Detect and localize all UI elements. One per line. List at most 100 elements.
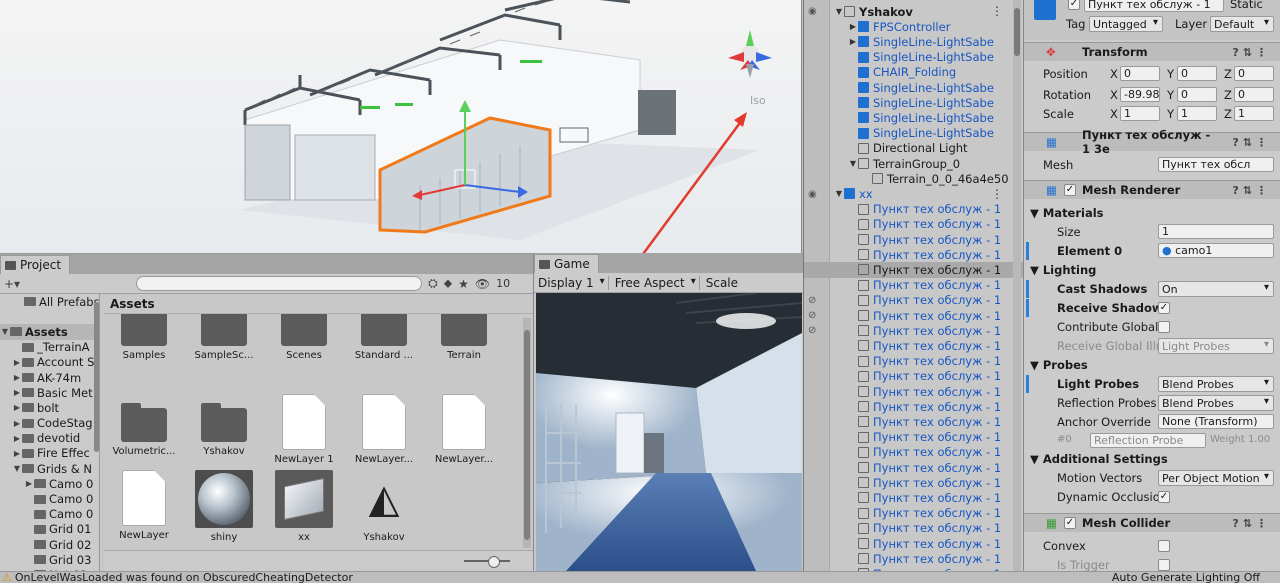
asset-item[interactable]: Samples <box>104 314 184 361</box>
foldout-arrow-icon[interactable]: ▶ <box>848 22 858 31</box>
tree-item[interactable] <box>0 309 99 324</box>
hierarchy-item[interactable]: SingleLine-LightSabe <box>804 110 1023 125</box>
hierarchy-item[interactable]: SingleLine-LightSabe <box>804 50 1023 65</box>
tag-dropdown[interactable]: Untagged <box>1089 16 1163 32</box>
hierarchy-item[interactable]: SingleLine-LightSabe <box>804 80 1023 95</box>
asset-item[interactable]: ◭ Yshakov <box>344 470 424 543</box>
status-message[interactable]: OnLevelWasLoaded was found on ObscuredCh… <box>15 572 353 583</box>
light-probes-dropdown[interactable]: Blend Probes <box>1158 376 1274 392</box>
filter-type-icon[interactable]: ⛭ <box>428 276 438 291</box>
tree-item[interactable]: ▼ Assets <box>0 324 99 340</box>
rotation-x-field[interactable]: -89.98 <box>1120 87 1160 102</box>
asset-item[interactable]: NewLayer <box>104 470 184 541</box>
tree-item[interactable]: ▶ CodeStag <box>0 416 99 431</box>
mesh-collider-enabled-checkbox[interactable]: ✓ <box>1064 517 1076 529</box>
assets-grid[interactable]: Samples SampleSc... Scenes Standard ... Terr… <box>104 314 520 550</box>
hierarchy-item[interactable]: Пункт тех обслуж - 1 <box>804 247 1023 262</box>
aspect-select[interactable]: Free Aspect <box>615 275 700 290</box>
convex-checkbox[interactable] <box>1158 540 1170 552</box>
component-menu-icons[interactable]: ?⇅⋮ <box>1232 46 1271 59</box>
assets-breadcrumb[interactable]: Assets <box>104 294 534 314</box>
receive-shadows-checkbox[interactable]: ✓ <box>1158 302 1170 314</box>
tree-item[interactable]: ▶ Camo 0 <box>0 476 99 491</box>
hierarchy-item[interactable]: Пункт тех обслуж - 1 <box>804 369 1023 384</box>
mesh-filter-header[interactable]: ▦ Пункт тех обслуж - 1 3e ?⇅⋮ <box>1024 128 1280 156</box>
tree-item[interactable]: ▶ Basic Met <box>0 385 99 400</box>
mesh-field[interactable]: Пункт тех обсл <box>1158 157 1274 172</box>
scene-menu-icon[interactable]: ⋮ <box>991 4 1003 18</box>
foldout-arrow-icon[interactable]: ▶ <box>848 37 858 46</box>
object-name-field[interactable]: Пункт тех обслуж - 1 <box>1084 0 1224 12</box>
hierarchy-item[interactable]: Пункт тех обслуж - 1 <box>804 308 1023 323</box>
contribute-gi-checkbox[interactable] <box>1158 321 1170 333</box>
object-menu-icon[interactable]: ⋮ <box>991 187 1003 201</box>
assets-scrollbar[interactable] <box>523 318 531 548</box>
foldout-arrow-icon[interactable]: ▼ <box>834 189 844 198</box>
status-bar[interactable]: ⚠ OnLevelWasLoaded was found on Obscured… <box>0 571 1280 583</box>
tree-item[interactable]: Grid 01 <box>0 522 99 537</box>
mesh-collider-header[interactable]: ▦ ✓ Mesh Collider ?⇅⋮ <box>1024 513 1280 532</box>
asset-item[interactable]: Standard ... <box>344 314 424 361</box>
hierarchy-item[interactable]: Пункт тех обслуж - 1 <box>804 551 1023 566</box>
position-y-field[interactable]: 0 <box>1177 66 1217 81</box>
hierarchy-item[interactable]: ▶ SingleLine-LightSabe <box>804 34 1023 49</box>
mesh-renderer-enabled-checkbox[interactable]: ✓ <box>1064 184 1076 196</box>
hierarchy-item[interactable]: Пункт тех обслуж - 1 <box>804 460 1023 475</box>
tree-item[interactable]: Camo 0 <box>0 491 99 506</box>
hierarchy-item[interactable]: Пункт тех обслуж - 1 <box>804 414 1023 429</box>
position-z-field[interactable]: 0 <box>1234 66 1274 81</box>
foldout-arrow-icon[interactable]: ▼ <box>0 327 10 336</box>
hierarchy-item[interactable]: Пункт тех обслуж - 1 <box>804 354 1023 369</box>
asset-item[interactable]: Terrain <box>424 314 504 361</box>
hierarchy-item[interactable]: SingleLine-LightSabe <box>804 126 1023 141</box>
hierarchy-item[interactable]: Пункт тех обслуж - 1 <box>804 536 1023 551</box>
foldout-arrow-icon[interactable]: ▶ <box>12 403 22 412</box>
tree-item[interactable]: Grid 02 <box>0 537 99 552</box>
asset-item[interactable]: xx <box>264 470 344 543</box>
lighting-foldout[interactable]: ▼ Lighting <box>1030 263 1096 277</box>
scale-y-field[interactable]: 1 <box>1177 106 1217 121</box>
asset-item[interactable]: NewLayer 1 <box>264 394 344 465</box>
hierarchy-item[interactable]: CHAIR_Folding <box>804 65 1023 80</box>
game-render[interactable] <box>536 293 802 571</box>
rotation-z-field[interactable]: 0 <box>1234 87 1274 102</box>
tree-item[interactable]: ▶ AK-74m <box>0 370 99 385</box>
project-folder-tree[interactable]: All Prefabs ▼ Assets _TerrainA ▶ Account S ▶ AK… <box>0 294 100 572</box>
foldout-arrow-icon[interactable]: ▶ <box>12 388 22 397</box>
asset-item[interactable]: Scenes <box>264 314 344 361</box>
asset-item[interactable]: Yshakov <box>184 394 264 457</box>
component-menu-icons[interactable]: ?⇅⋮ <box>1232 517 1271 530</box>
hierarchy-item[interactable]: SingleLine-LightSabe <box>804 95 1023 110</box>
hierarchy-item[interactable]: Пункт тех обслуж - 1 <box>804 399 1023 414</box>
tree-item[interactable]: Camo 0 <box>0 507 99 522</box>
tree-item[interactable]: All Prefabs <box>0 294 99 309</box>
foldout-arrow-icon[interactable]: ▼ <box>848 159 858 168</box>
reflection-probes-dropdown[interactable]: Blend Probes <box>1158 395 1274 411</box>
tree-item[interactable]: _TerrainA <box>0 340 99 355</box>
tree-item[interactable]: ▶ devotid <box>0 431 99 446</box>
foldout-arrow-icon[interactable]: ▶ <box>12 419 22 428</box>
component-menu-icons[interactable]: ?⇅⋮ <box>1232 184 1271 197</box>
dynamic-occlusion-checkbox[interactable]: ✓ <box>1158 491 1170 503</box>
anchor-override-field[interactable]: None (Transform) <box>1158 414 1274 429</box>
layer-dropdown[interactable]: Default <box>1210 16 1274 32</box>
scale-x-field[interactable]: 1 <box>1120 106 1160 121</box>
foldout-arrow-icon[interactable]: ▼ <box>834 7 844 16</box>
foldout-arrow-icon[interactable]: ▶ <box>12 358 22 367</box>
hierarchy-item[interactable]: Пункт тех обслуж - 1 <box>804 475 1023 490</box>
hierarchy-item[interactable]: Пункт тех обслуж - 1 <box>804 202 1023 217</box>
probes-foldout[interactable]: ▼ Probes <box>1030 358 1088 372</box>
hierarchy-item[interactable]: Пункт тех обслуж - 1 <box>804 430 1023 445</box>
active-checkbox[interactable]: ✓ <box>1068 0 1080 10</box>
tab-game[interactable]: Game <box>534 254 599 273</box>
scale-label[interactable]: Scale <box>706 276 738 290</box>
foldout-arrow-icon[interactable]: ▶ <box>12 373 22 382</box>
hierarchy-scrollbar[interactable] <box>1013 0 1021 571</box>
tree-scrollbar[interactable] <box>94 302 99 452</box>
rotation-y-field[interactable]: 0 <box>1177 87 1217 102</box>
hierarchy-item[interactable]: Пункт тех обслуж - 1 <box>804 338 1023 353</box>
tree-item[interactable]: ▶ bolt <box>0 400 99 415</box>
materials-foldout[interactable]: ▼ Materials <box>1030 206 1104 220</box>
tree-item[interactable]: ▶ Fire Effec <box>0 446 99 461</box>
hierarchy-item[interactable]: Пункт тех обслуж - 1 <box>804 490 1023 505</box>
